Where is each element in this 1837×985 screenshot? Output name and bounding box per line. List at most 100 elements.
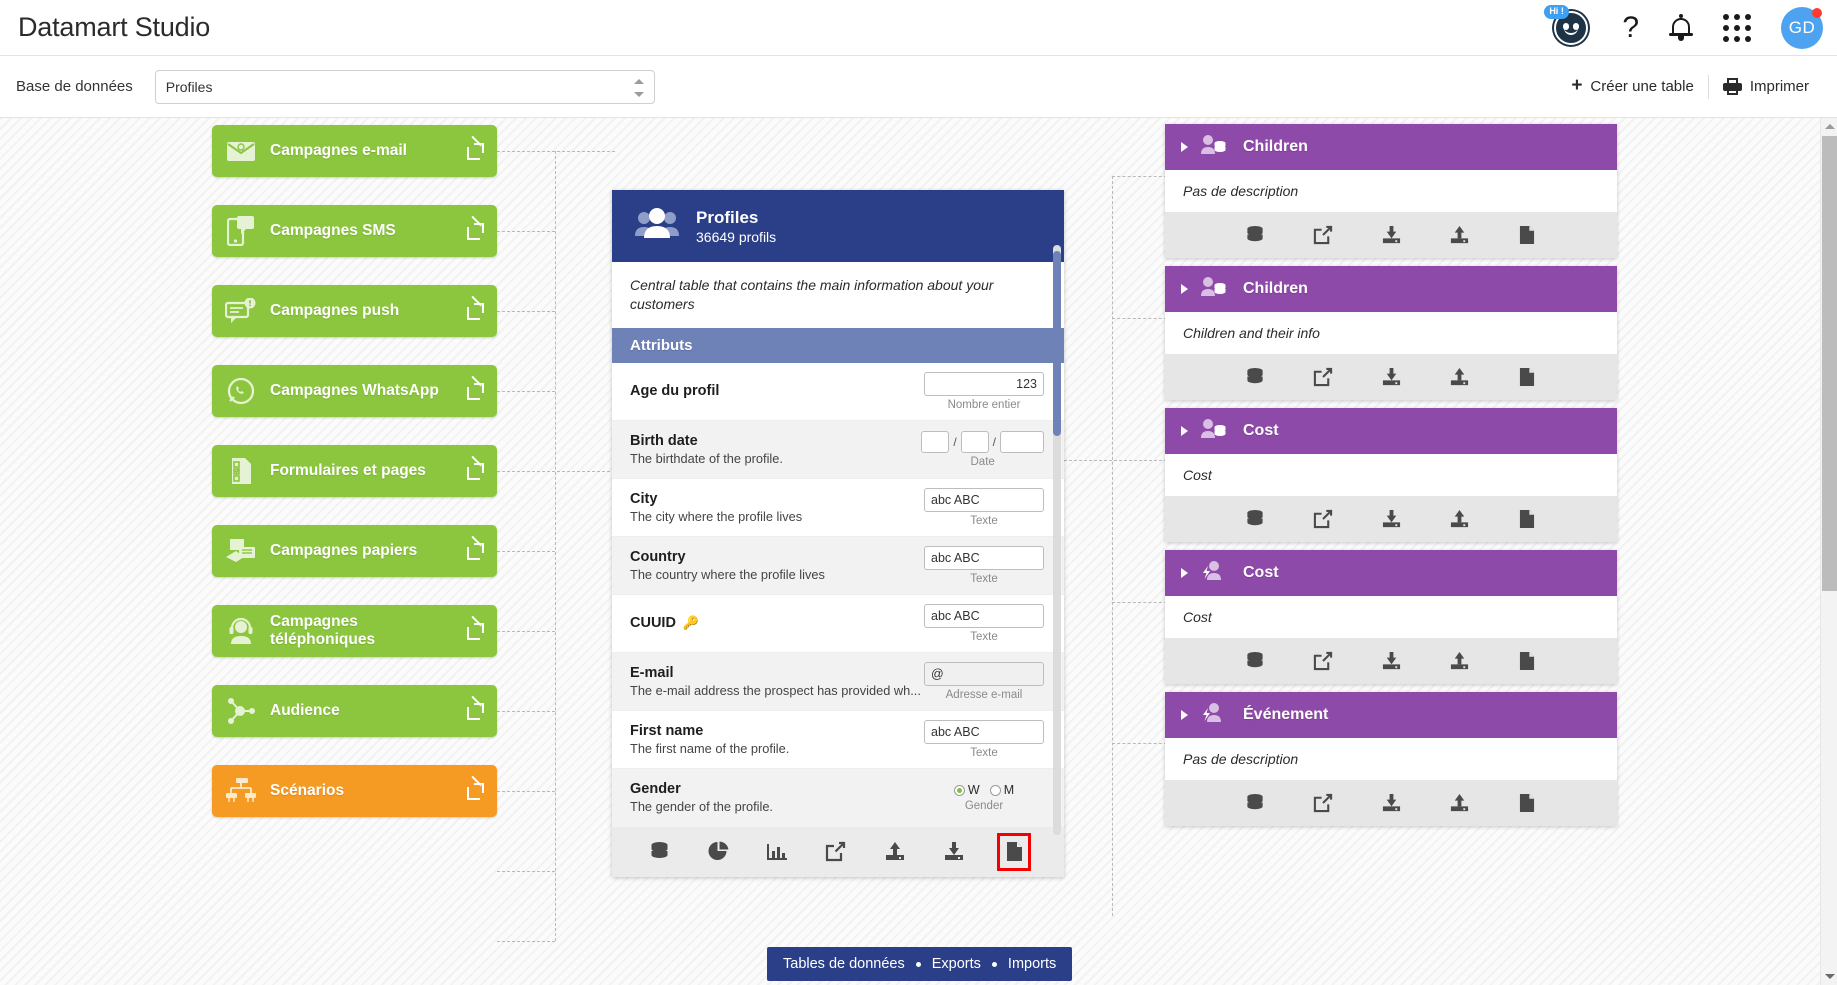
gender-option-m[interactable]: M: [989, 783, 1014, 797]
expand-caret-icon[interactable]: [1181, 142, 1188, 152]
print-button[interactable]: Imprimer: [1709, 71, 1823, 102]
document-icon[interactable]: [1514, 786, 1540, 820]
legend-item-exports[interactable]: Exports: [932, 956, 981, 972]
attribute-value-input[interactable]: abc ABC: [924, 719, 1044, 744]
attributes-scrollbar-track[interactable]: [1053, 244, 1061, 835]
document-icon[interactable]: [1514, 360, 1540, 394]
chatbot-icon[interactable]: Hi !: [1544, 5, 1592, 48]
document-icon[interactable]: [1514, 218, 1540, 252]
user-account-button[interactable]: GD: [1781, 7, 1823, 49]
scrollbar-thumb[interactable]: [1822, 136, 1837, 591]
database-icon[interactable]: [644, 835, 674, 869]
related-card-toolbar[interactable]: [1165, 638, 1617, 684]
expand-caret-icon[interactable]: [1181, 284, 1188, 294]
page-scrollbar[interactable]: [1820, 118, 1837, 985]
sidebar-item-campagnes-telephoniques[interactable]: Campagnes téléphoniques: [212, 605, 497, 657]
table-row[interactable]: City The city where the profile lives ab…: [612, 479, 1064, 537]
download-icon[interactable]: [939, 835, 969, 869]
related-card-header[interactable]: Cost: [1165, 550, 1617, 596]
upload-icon[interactable]: [1446, 360, 1472, 394]
legend-item-tables[interactable]: Tables de données: [783, 956, 905, 972]
related-card-header[interactable]: Children: [1165, 266, 1617, 312]
open-external-button[interactable]: [453, 782, 497, 800]
external-link-icon[interactable]: [1310, 502, 1336, 536]
related-card-toolbar[interactable]: [1165, 212, 1617, 258]
sidebar-item-campagnes-push[interactable]: Campagnes push: [212, 285, 497, 337]
pie-chart-icon[interactable]: [703, 835, 733, 869]
external-link-icon[interactable]: [821, 835, 851, 869]
related-table-card[interactable]: Cost Cost: [1165, 408, 1617, 542]
open-external-button[interactable]: [453, 382, 497, 400]
related-table-card[interactable]: Événement Pas de description: [1165, 692, 1617, 826]
attribute-value-input[interactable]: 123: [924, 371, 1044, 396]
related-card-header[interactable]: Children: [1165, 124, 1617, 170]
expand-caret-icon[interactable]: [1181, 710, 1188, 720]
table-row[interactable]: Gender The gender of the profile. W M Ge…: [612, 768, 1064, 827]
open-external-button[interactable]: [453, 302, 497, 320]
document-icon[interactable]: [1514, 644, 1540, 678]
download-icon[interactable]: [1378, 644, 1404, 678]
gender-option-w[interactable]: W: [953, 783, 980, 797]
date-year-field[interactable]: [1000, 430, 1044, 453]
scroll-down-button[interactable]: [1821, 968, 1837, 985]
attribute-value-input[interactable]: abc ABC: [924, 603, 1044, 628]
attribute-value-input[interactable]: @: [924, 661, 1044, 686]
database-icon[interactable]: [1242, 644, 1268, 678]
table-row[interactable]: Age du profil 123 Nombre entier: [612, 363, 1064, 421]
notifications-button[interactable]: [1669, 14, 1693, 42]
upload-icon[interactable]: [1446, 218, 1472, 252]
external-link-icon[interactable]: [1310, 786, 1336, 820]
profiles-card-toolbar[interactable]: [612, 826, 1064, 877]
attribute-value-input[interactable]: abc ABC: [924, 545, 1044, 570]
sidebar-item-scenarios[interactable]: Scénarios: [212, 765, 497, 817]
table-row[interactable]: E-mail The e-mail address the prospect h…: [612, 652, 1064, 711]
date-month-field[interactable]: [960, 430, 989, 453]
database-icon[interactable]: [1242, 502, 1268, 536]
sidebar-item-campagnes-sms[interactable]: Campagnes SMS: [212, 205, 497, 257]
expand-caret-icon[interactable]: [1181, 426, 1188, 436]
gender-radio-group[interactable]: W M: [924, 783, 1044, 797]
related-card-toolbar[interactable]: [1165, 354, 1617, 400]
sidebar-item-campagnes-e-mail[interactable]: Campagnes e-mail: [212, 125, 497, 177]
document-icon[interactable]: [1514, 502, 1540, 536]
database-icon[interactable]: [1242, 360, 1268, 394]
download-icon[interactable]: [1378, 786, 1404, 820]
open-external-button[interactable]: [453, 462, 497, 480]
document-icon[interactable]: [997, 832, 1032, 871]
table-row[interactable]: CUUID 🔑 abc ABC Texte: [612, 595, 1064, 653]
radio-unselected-icon[interactable]: [989, 784, 1001, 796]
bar-chart-icon[interactable]: [762, 835, 792, 869]
external-link-icon[interactable]: [1310, 644, 1336, 678]
open-external-button[interactable]: [453, 142, 497, 160]
chatbot-button[interactable]: Hi !: [1544, 5, 1592, 48]
upload-icon[interactable]: [1446, 502, 1472, 536]
download-icon[interactable]: [1378, 360, 1404, 394]
database-select[interactable]: Profiles: [154, 69, 655, 104]
legend-item-imports[interactable]: Imports: [1008, 956, 1056, 972]
attribute-value-input[interactable]: abc ABC: [924, 487, 1044, 512]
upload-icon[interactable]: [880, 835, 910, 869]
sidebar-item-campagnes-papiers[interactable]: Campagnes papiers: [212, 525, 497, 577]
external-link-icon[interactable]: [1310, 218, 1336, 252]
open-external-button[interactable]: [453, 702, 497, 720]
table-row[interactable]: Country The country where the profile li…: [612, 536, 1064, 595]
expand-caret-icon[interactable]: [1181, 568, 1188, 578]
table-row[interactable]: First name The first name of the profile…: [612, 711, 1064, 769]
related-table-card[interactable]: Children Children and their info: [1165, 266, 1617, 400]
related-card-header[interactable]: Événement: [1165, 692, 1617, 738]
apps-menu-button[interactable]: [1723, 14, 1751, 42]
help-button[interactable]: ?: [1622, 13, 1639, 43]
upload-icon[interactable]: [1446, 786, 1472, 820]
download-icon[interactable]: [1378, 218, 1404, 252]
legend-bar[interactable]: Tables de données Exports Imports: [767, 947, 1073, 981]
attribute-value-date[interactable]: / /: [921, 430, 1044, 453]
related-card-toolbar[interactable]: [1165, 496, 1617, 542]
upload-icon[interactable]: [1446, 644, 1472, 678]
profiles-table-card[interactable]: Profiles 36649 profils Central table tha…: [612, 190, 1064, 877]
open-external-button[interactable]: [453, 622, 497, 640]
attributes-scrollbar-thumb[interactable]: [1053, 250, 1061, 436]
radio-selected-icon[interactable]: [953, 784, 965, 796]
open-external-button[interactable]: [453, 222, 497, 240]
database-icon[interactable]: [1242, 218, 1268, 252]
table-row[interactable]: Birth date The birthdate of the profile.…: [612, 420, 1064, 479]
